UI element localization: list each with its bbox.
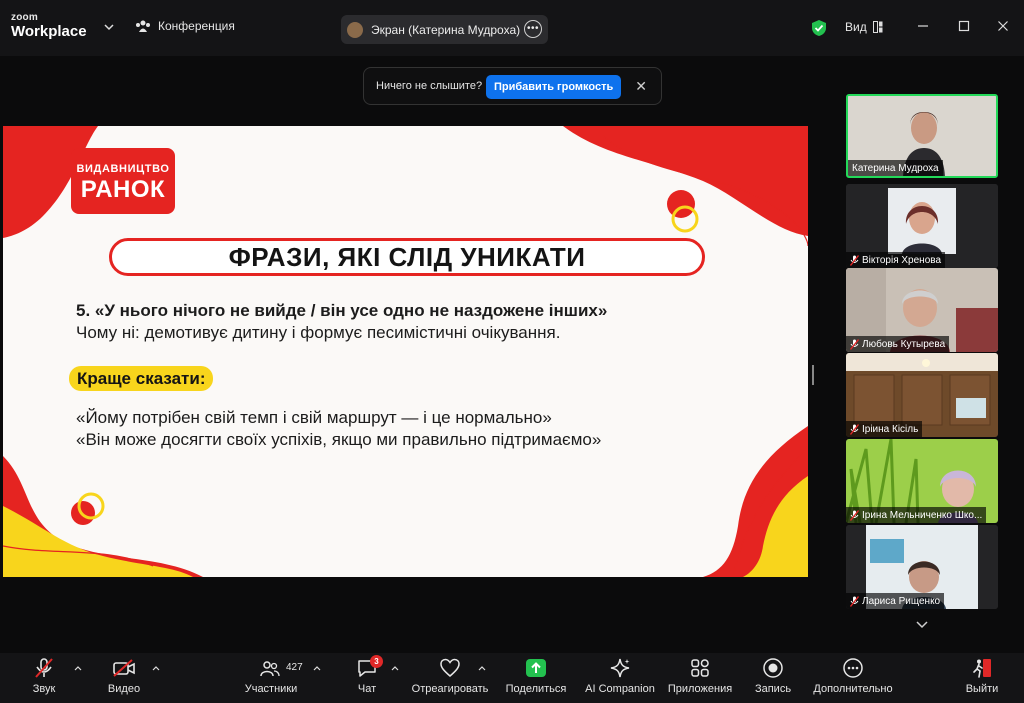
participants-count: 427 (286, 662, 303, 673)
conference-label: Конференция (158, 19, 235, 33)
sparkle-icon (610, 658, 630, 678)
react-button[interactable]: Отреагировать (412, 653, 488, 703)
logo-bottom: Workplace (11, 23, 87, 40)
chat-button[interactable]: 3 Чат (350, 653, 384, 703)
chat-label: Чат (357, 683, 377, 695)
title-bar: zoom Workplace Конференция Экран (Катери… (0, 0, 1024, 56)
caret-up-icon[interactable] (74, 665, 82, 671)
participants-label: Участники (244, 683, 298, 695)
share-label: Экран (Катерина Мудроха) (371, 22, 521, 37)
audio-button[interactable]: Звук (22, 653, 66, 703)
minimize-icon[interactable] (915, 18, 931, 34)
phrase-text: 5. «У нього нічого не вийде / він усе од… (76, 301, 608, 320)
screen-share-pill[interactable]: Экран (Катерина Мудроха) ••• (341, 15, 548, 44)
more-options-icon[interactable]: ••• (524, 20, 542, 38)
more-icon (843, 658, 863, 678)
close-notice-icon[interactable]: ✕ (635, 78, 647, 95)
caret-up-icon[interactable] (152, 665, 160, 671)
audio-notification: Ничего не слышите? Прибавить громкость ✕ (363, 67, 662, 105)
leave-icon (973, 659, 991, 678)
participant-name: Ірина Мельниченко Шко... (846, 507, 987, 523)
participant-name: Іріина Кісіль (846, 421, 923, 437)
mic-muted-icon (850, 509, 859, 521)
chevron-down-icon[interactable] (915, 620, 929, 630)
caret-up-icon[interactable] (478, 665, 486, 671)
publisher-logo: ВИДАВНИЦТВО РАНОК (71, 148, 175, 214)
mic-muted-icon (850, 338, 859, 350)
heart-icon (440, 658, 460, 677)
share-label: Поделиться (505, 683, 567, 695)
mic-muted-icon (850, 595, 859, 607)
meeting-toolbar: Звук Видео 427 Участники 3 Чат Отреагиро… (0, 653, 1024, 703)
people-icon (136, 20, 150, 32)
record-icon (763, 658, 783, 678)
view-label: Вид (845, 20, 867, 34)
notice-text: Ничего не слышите? (376, 80, 483, 92)
mic-muted-icon (850, 423, 859, 435)
participant-tile[interactable]: Лариса Рищенко (846, 525, 998, 609)
caret-up-icon[interactable] (313, 665, 321, 671)
participant-tile[interactable]: Катерина Мудроха (846, 94, 998, 178)
view-menu[interactable]: Вид (845, 20, 883, 34)
participant-tile[interactable]: Ірина Мельниченко Шко... (846, 439, 998, 523)
resize-handle[interactable] (812, 365, 814, 385)
brand-top: ВИДАВНИЦТВО (76, 163, 170, 175)
apps-icon (691, 659, 709, 677)
record-label: Запись (754, 683, 792, 695)
participant-tile[interactable]: Вікторія Хренова (846, 184, 998, 268)
logo-top: zoom (11, 12, 38, 23)
layout-icon (872, 21, 883, 33)
video-off-icon (113, 659, 135, 677)
more-label: Дополнительно (813, 683, 893, 695)
apps-label: Приложения (667, 683, 733, 695)
share-button[interactable]: Поделиться (504, 653, 568, 703)
video-label: Видео (107, 683, 141, 695)
zoom-logo: zoom Workplace (11, 12, 87, 40)
chevron-down-icon[interactable] (103, 21, 115, 33)
audio-label: Звук (32, 683, 56, 695)
sharer-avatar (347, 21, 363, 38)
leave-label: Выйти (965, 683, 999, 695)
alternative-2: «Він може досягти своїх успіхів, якщо ми… (76, 430, 602, 449)
participant-name: Катерина Мудроха (848, 160, 943, 176)
conference-menu[interactable]: Конференция (135, 19, 235, 33)
record-button[interactable]: Запись (750, 653, 796, 703)
increase-volume-button[interactable]: Прибавить громкость (486, 75, 622, 99)
mic-muted-icon (850, 254, 859, 266)
participant-name: Вікторія Хренова (846, 252, 946, 268)
security-shield-icon[interactable] (811, 19, 827, 37)
brand-bottom: РАНОК (80, 176, 166, 203)
reason-text: Чому ні: демотивує дитину і формує песим… (76, 323, 561, 342)
ai-companion-button[interactable]: AI Companion (584, 653, 656, 703)
better-say-label: Краще сказати: (69, 366, 214, 391)
slide-heading: ФРАЗИ, ЯКІ СЛІД УНИКАТИ (109, 238, 705, 276)
react-label: Отреагировать (411, 683, 489, 695)
participant-tile[interactable]: Любовь Кутырева (846, 268, 998, 352)
caret-up-icon[interactable] (391, 665, 399, 671)
apps-button[interactable]: Приложения (665, 653, 735, 703)
maximize-icon[interactable] (956, 18, 972, 34)
alternative-1: «Йому потрібен свій темп і свій маршрут … (76, 408, 552, 427)
more-button[interactable]: Дополнительно (810, 653, 896, 703)
share-screen-icon (526, 659, 546, 677)
participant-name: Любовь Кутырева (846, 336, 950, 352)
participants-button[interactable]: 427 Участники (238, 653, 304, 703)
participants-icon (260, 661, 280, 677)
leave-button[interactable]: Выйти (962, 653, 1002, 703)
video-button[interactable]: Видео (102, 653, 146, 703)
chat-badge: 3 (370, 655, 383, 668)
shared-slide: ВИДАВНИЦТВО РАНОК ФРАЗИ, ЯКІ СЛІД УНИКАТ… (3, 126, 808, 577)
mic-muted-icon (35, 658, 53, 678)
participant-name: Лариса Рищенко (846, 593, 945, 609)
participant-tile[interactable]: Іріина Кісіль (846, 353, 998, 437)
ai-label: AI Companion (585, 683, 655, 695)
close-icon[interactable] (995, 18, 1011, 34)
